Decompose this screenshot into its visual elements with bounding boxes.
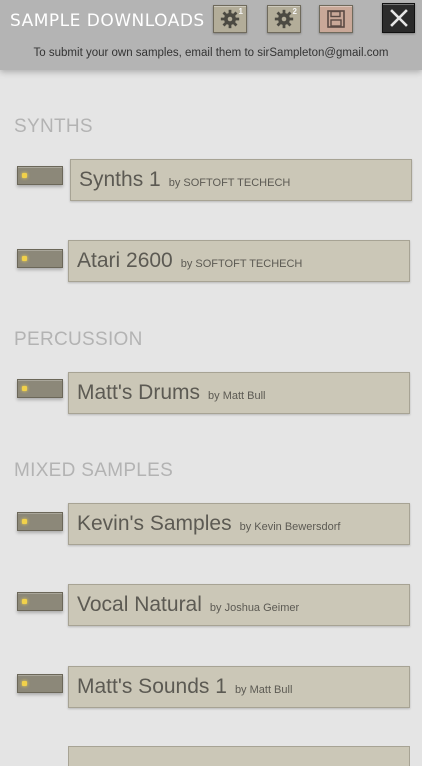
close-button[interactable] (382, 3, 415, 33)
close-icon (389, 9, 408, 27)
download-toggle[interactable] (17, 592, 63, 611)
settings-1-button[interactable]: 1 (213, 5, 247, 33)
sample-pack-matts-sounds-1[interactable]: Matt's Sounds 1 by Matt Bull (68, 666, 410, 708)
sample-pack-name: Atari 2600 (77, 249, 173, 272)
led-indicator (22, 599, 27, 604)
sample-pack-vocal-natural[interactable]: Vocal Natural by Joshua Geimer (68, 584, 410, 626)
download-toggle[interactable] (17, 674, 63, 693)
submit-instructions: To submit your own samples, email them t… (33, 47, 389, 59)
led-indicator (22, 256, 27, 261)
sample-pack-name: Kevin's Samples (77, 512, 232, 535)
sample-pack-author: by Matt Bull (234, 684, 293, 696)
sample-pack-name: Synths 1 (79, 168, 161, 191)
sample-pack-author: by SOFTOFT TECHECH (180, 258, 303, 270)
sample-pack-name: Matt's Drums (77, 381, 201, 404)
sample-pack-author: by Kevin Bewersdorf (239, 521, 341, 533)
header-bar: SAMPLE DOWNLOADS 1 2 To submit your own … (0, 0, 422, 70)
sample-pack-author: by Joshua Geimer (209, 602, 300, 614)
download-toggle[interactable] (17, 512, 63, 531)
download-toggle[interactable] (17, 379, 63, 398)
sample-pack-author: by SOFTOFT TECHECH (168, 177, 291, 189)
settings-2-button[interactable]: 2 (267, 5, 301, 33)
download-toggle[interactable] (17, 166, 63, 185)
sample-pack-kevins-samples[interactable]: Kevin's Samples by Kevin Bewersdorf (68, 503, 410, 545)
led-indicator (22, 519, 27, 524)
sample-pack-author: by Matt Bull (208, 390, 266, 402)
section-title-percussion: PERCUSSION (14, 329, 143, 350)
sample-pack-synths-1[interactable]: Synths 1 by SOFTOFT TECHECH (70, 159, 412, 201)
floppy-disk-icon (327, 10, 345, 28)
page-title: SAMPLE DOWNLOADS (10, 11, 205, 31)
section-title-mixed-samples: MIXED SAMPLES (14, 460, 174, 481)
sample-pack-name: Matt's Sounds 1 (77, 675, 227, 698)
led-indicator (22, 173, 27, 178)
gear-badge: 2 (292, 7, 297, 16)
led-indicator (22, 681, 27, 686)
sample-pack-matts-drums[interactable]: Matt's Drums by Matt Bull (68, 372, 410, 414)
download-toggle[interactable] (17, 249, 63, 268)
sample-pack-atari-2600[interactable]: Atari 2600 by SOFTOFT TECHECH (68, 240, 410, 282)
gear-badge: 1 (238, 7, 243, 16)
sample-pack-name: Vocal Natural (77, 593, 202, 616)
led-indicator (22, 386, 27, 391)
sample-pack-partial[interactable] (68, 746, 410, 766)
save-button[interactable] (319, 5, 353, 33)
sample-list: SYNTHS Synths 1 by SOFTOFT TECHECH Atari… (0, 70, 422, 766)
section-title-synths: SYNTHS (14, 116, 93, 137)
